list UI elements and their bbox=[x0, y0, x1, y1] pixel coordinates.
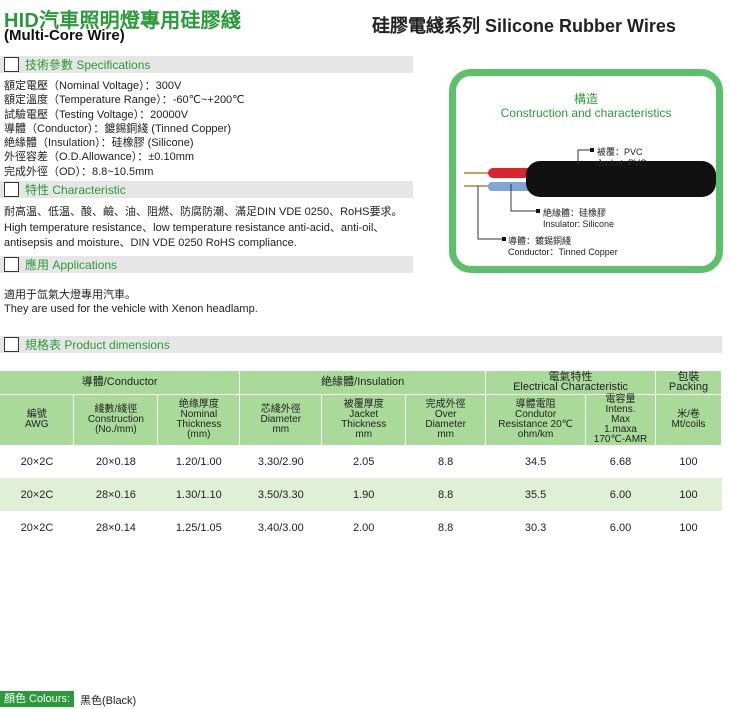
cell-packing: 100 bbox=[679, 521, 698, 534]
cell-jacket: 1.90 bbox=[321, 478, 406, 511]
spec-line: 試驗電壓（Testing Voltage）：20000V bbox=[4, 108, 189, 121]
characteristic-line: 耐高温、低温、酸、鹼、油、阻燃、防腐防潮、滿足DIN VDE 0250、RoHS… bbox=[4, 206, 403, 218]
cell-awg: 20×2C bbox=[20, 455, 54, 468]
cell-awg: 20×2C bbox=[0, 478, 74, 511]
characteristic-line: antisepsis and moisture、DIN VDE 0250 RoH… bbox=[4, 237, 297, 249]
checkbox-icon bbox=[4, 182, 19, 197]
cell-packing: 100 bbox=[655, 478, 722, 511]
section-applications: 應用 Applications bbox=[0, 256, 413, 273]
spec-line: 額定電壓（Nominal Voltage）：300V bbox=[4, 80, 182, 92]
checkbox-icon bbox=[4, 337, 19, 352]
col-header-intens: 電容量 Intens. Max 1.maxa 170℃-AMR bbox=[585, 394, 656, 446]
cell-intens: 6.00 bbox=[585, 478, 656, 511]
cell-awg: 20×2C bbox=[20, 521, 54, 534]
cell-construction: 28×0.14 bbox=[95, 521, 136, 534]
cell-nominal: 1.30/1.10 bbox=[157, 478, 240, 511]
cell-diameter: 3.30/2.90 bbox=[257, 455, 304, 468]
section-heading: 規格表 Product dimensions bbox=[25, 338, 170, 352]
group-header-conductor: 導體/Conductor bbox=[0, 371, 241, 395]
section-heading: 應用 Applications bbox=[25, 258, 118, 272]
specifications-list: 額定電壓（Nominal Voltage）：300V 額定溫度（Temperat… bbox=[4, 79, 245, 179]
cell-over: 8.8 bbox=[438, 521, 454, 534]
diagram-title-en: Construction and characteristics bbox=[500, 106, 672, 120]
spec-line: 導體（Conductor）：鍍錫銅綫 (Tinned Copper) bbox=[4, 122, 231, 135]
group-header-packing: 包裝 Packing bbox=[655, 371, 723, 395]
spec-line: 額定溫度（Temperature Range）：-60℃~+200℃ bbox=[4, 94, 245, 107]
characteristic-list: 耐高温、低温、酸、鹼、油、阻燃、防腐防潮、滿足DIN VDE 0250、RoHS… bbox=[4, 205, 403, 252]
application-line: They are used for the vehicle with Xenon… bbox=[4, 303, 258, 315]
section-heading: 特性 Characteristic bbox=[25, 183, 126, 197]
cell-resistance: 30.3 bbox=[524, 521, 547, 534]
colour-value: 黑色(Black) bbox=[80, 695, 137, 707]
col-header-diameter: 芯綫外徑 Diameter mm bbox=[239, 394, 323, 446]
cell-over: 8.8 bbox=[438, 455, 454, 468]
spec-line: 外徑容差（O.D.Allowance）：±0.10mm bbox=[4, 151, 195, 164]
page-subtitle: (Multi-Core Wire) bbox=[4, 27, 125, 44]
diagram-title-cn: 構造 bbox=[573, 92, 598, 106]
conductor-label: 導體：鍍錫銅綫 Conductor：Tinned Copper bbox=[508, 236, 618, 257]
col-header-nominal-thickness: 绝缘厚度 Nominal Thickness (mm) bbox=[157, 394, 241, 446]
characteristic-line: High temperature resistance、low temperat… bbox=[4, 221, 385, 234]
cell-diameter: 3.50/3.30 bbox=[239, 478, 322, 511]
table-row: 20×2C 28×0.16 1.30/1.10 3.50/3.30 1.90 8… bbox=[0, 478, 722, 511]
cell-intens: 6.68 bbox=[609, 455, 632, 468]
section-characteristic: 特性 Characteristic bbox=[0, 181, 413, 198]
col-header-construction: 綫數/綫徑 Construction (No./mm) bbox=[73, 394, 159, 446]
col-header-jacket-thickness: 被覆厚度 Jacket Thickness mm bbox=[321, 394, 407, 446]
cell-nominal: 1.25/1.05 bbox=[175, 521, 222, 534]
cell-resistance: 35.5 bbox=[485, 478, 586, 511]
col-header-packing: 米/卷 Mt/coils bbox=[655, 394, 723, 446]
cell-packing: 100 bbox=[679, 455, 698, 468]
jacket-label: 被覆：PVC Jacket: PVC bbox=[597, 147, 647, 168]
group-header-insulation: 絶緣體/Insulation bbox=[239, 371, 487, 395]
cell-diameter: 3.40/3.00 bbox=[257, 521, 304, 534]
col-header-resistance: 導體電阻 Condutor Resistance 20℃ ohm/km bbox=[485, 394, 587, 446]
table-row: 20×2C 20×0.18 1.20/1.00 3.30/2.90 2.05 8… bbox=[0, 445, 722, 478]
cell-jacket: 2.00 bbox=[353, 521, 375, 534]
col-header-over-diameter: 完成外徑 Over Diameter mm bbox=[405, 394, 487, 446]
section-specifications: 技術參數 Specifications bbox=[0, 56, 413, 73]
cell-jacket: 2.05 bbox=[353, 455, 375, 468]
cell-intens: 6.00 bbox=[609, 521, 632, 534]
cell-nominal: 1.20/1.00 bbox=[175, 455, 222, 468]
section-heading: 技術參數 Specifications bbox=[25, 58, 151, 72]
cell-construction: 28×0.16 bbox=[73, 478, 158, 511]
spec-line: 完成外徑（OD）：8.8~10.5mm bbox=[4, 165, 154, 178]
application-line: 適用于氙氣大燈專用汽車。 bbox=[4, 289, 136, 301]
checkbox-icon bbox=[4, 57, 19, 72]
cell-resistance: 34.5 bbox=[524, 455, 547, 468]
col-header-awg: 編號 AWG bbox=[0, 394, 75, 446]
table-row: 20×2C 28×0.14 1.25/1.05 3.40/3.00 2.00 8… bbox=[0, 511, 722, 544]
section-dimensions: 規格表 Product dimensions bbox=[0, 336, 722, 353]
cell-construction: 20×0.18 bbox=[95, 455, 136, 468]
checkbox-icon bbox=[4, 257, 19, 272]
series-title: 硅膠電綫系列 Silicone Rubber Wires bbox=[372, 16, 676, 36]
dimensions-table: 導體/Conductor 絶緣體/Insulation 電氣特性 Electri… bbox=[0, 371, 723, 544]
colour-label: 顏色 Colours: bbox=[0, 691, 75, 707]
cell-over: 8.8 bbox=[405, 478, 486, 511]
applications-list: 適用于氙氣大燈專用汽車。 They are used for the vehic… bbox=[4, 288, 258, 316]
insulator-label: 絶緣體：硅橡膠 Insulator: Silicone bbox=[543, 208, 615, 229]
group-header-electrical: 電氣特性 Electrical Characteristic bbox=[485, 371, 656, 395]
spec-line: 絶緣體（Insulation）：硅橡膠 (Silicone) bbox=[4, 137, 194, 150]
